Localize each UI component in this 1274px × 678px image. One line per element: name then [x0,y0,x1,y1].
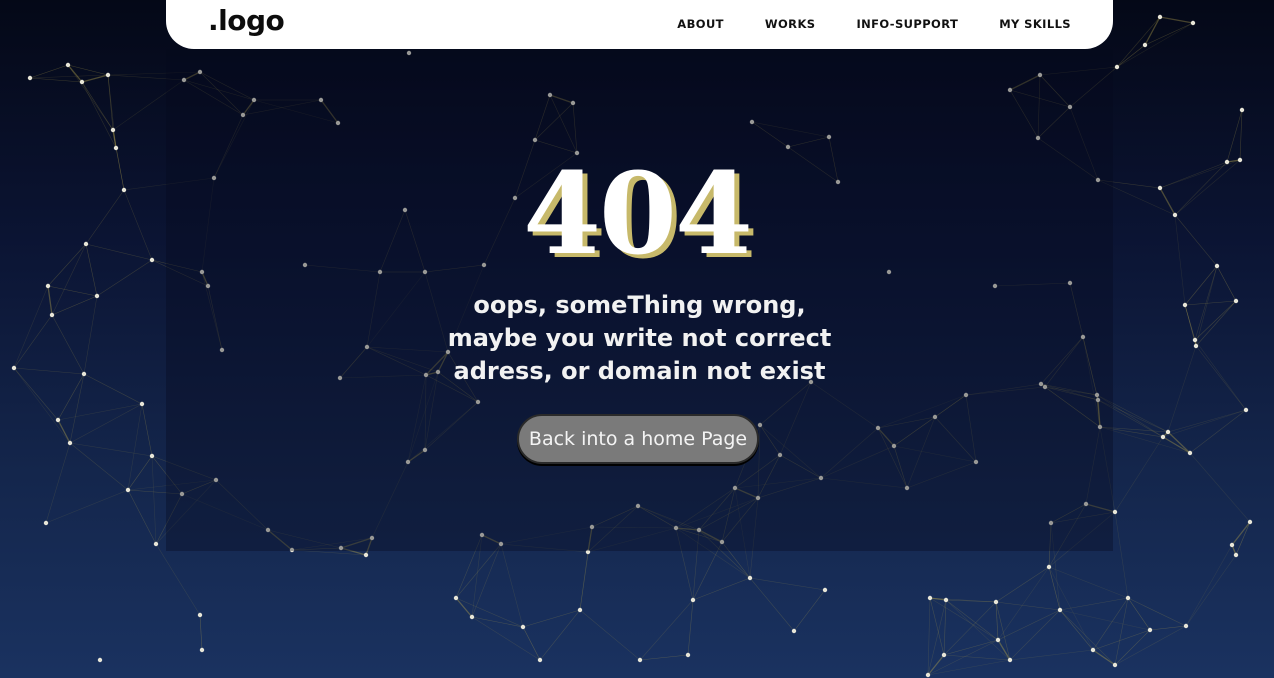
nav-link-my-skills[interactable]: MY SKILLS [999,17,1071,31]
nav-links: ABOUT WORKS INFO-SUPPORT MY SKILLS [636,17,1071,31]
nav-link-works[interactable]: WORKS [765,17,816,31]
navbar: .logo ABOUT WORKS INFO-SUPPORT MY SKILLS [166,0,1113,49]
error-message: oops, someThing wrong, maybe you write n… [447,291,832,385]
error-content: 404 oops, someThing wrong, maybe you wri… [0,0,1274,678]
logo[interactable]: .logo [208,4,285,37]
back-home-button[interactable]: Back into a home Page [517,414,759,464]
nav-link-info-support[interactable]: INFO-SUPPORT [856,17,958,31]
error-code: 404 [523,149,753,280]
nav-link-about[interactable]: ABOUT [677,17,724,31]
